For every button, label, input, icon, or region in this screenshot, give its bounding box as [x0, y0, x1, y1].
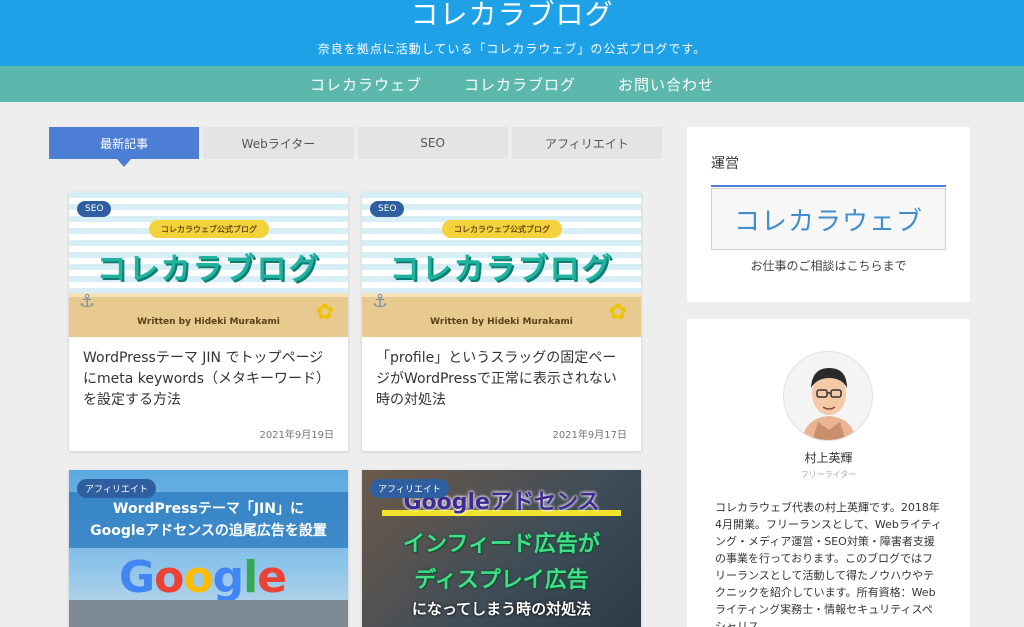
- avatar-illustration: [784, 352, 872, 440]
- tab-seo[interactable]: SEO: [357, 127, 508, 159]
- thumbnail-line-2: Googleアドセンスの追尾広告を設置: [90, 523, 327, 539]
- profile-role: フリーライター: [800, 470, 857, 479]
- post-card[interactable]: アフィリエイト Googleアドセンス インフィード広告が ディスプレイ広告 に…: [362, 470, 641, 627]
- building-photo: [69, 600, 348, 627]
- post-thumbnail[interactable]: SEO コレカラウェブ公式ブログ コレカラブログ ⚓ ✿ Written by …: [69, 192, 348, 337]
- post-date: 2021年9月17日: [552, 430, 627, 441]
- nav-item-contact[interactable]: お問い合わせ: [618, 74, 714, 95]
- post-card[interactable]: SEO コレカラウェブ公式ブログ コレカラブログ ⚓ ✿ Written by …: [69, 192, 348, 451]
- post-title[interactable]: WordPressテーマ JIN でトップページにmeta keywords（メ…: [83, 348, 334, 411]
- nav-item-corekara-web[interactable]: コレカラウェブ: [310, 74, 422, 95]
- operator-widget: 運営 コレカラウェブ お仕事のご相談はこちらまで: [687, 127, 970, 302]
- thumbnail-byline: Written by Hideki Murakami: [137, 317, 280, 327]
- thumbnail-title: コレカラブログ: [96, 252, 321, 287]
- post-card[interactable]: SEO コレカラウェブ公式ブログ コレカラブログ ⚓ ✿ Written by …: [362, 192, 641, 451]
- tab-web-writer[interactable]: Webライター: [203, 127, 354, 159]
- category-badge: SEO: [77, 201, 112, 217]
- nav-item-corekara-blog[interactable]: コレカラブログ: [464, 74, 576, 95]
- post-card[interactable]: アフィリエイト WordPressテーマ「JIN」に Googleアドセンスの追…: [69, 470, 348, 627]
- tab-affiliate[interactable]: アフィリエイト: [511, 127, 662, 159]
- thumbnail-headline: WordPressテーマ「JIN」に Googleアドセンスの追尾広告を設置: [69, 492, 348, 548]
- anchor-icon: ⚓: [79, 291, 96, 312]
- corekara-web-banner[interactable]: コレカラウェブ: [711, 188, 946, 250]
- post-thumbnail[interactable]: アフィリエイト Googleアドセンス インフィード広告が ディスプレイ広告 に…: [362, 470, 641, 627]
- category-badge: アフィリエイト: [370, 479, 449, 498]
- profile-name: 村上英輝: [804, 451, 853, 465]
- post-thumbnail[interactable]: SEO コレカラウェブ公式ブログ コレカラブログ ⚓ ✿ Written by …: [362, 192, 641, 337]
- category-badge: SEO: [370, 201, 405, 217]
- thumbnail-line-4: になってしまう時の対処法: [411, 600, 592, 618]
- avatar: [783, 351, 873, 441]
- thumbnail-title: コレカラブログ: [389, 252, 614, 287]
- profile-widget: 村上英輝 フリーライター コレカラウェブ代表の村上英輝です。2018年4月開業。…: [687, 319, 970, 627]
- anchor-icon: ⚓: [372, 291, 389, 312]
- thumbnail-line-1: WordPressテーマ「JIN」に: [113, 501, 304, 517]
- thumbnail-line-2: インフィード広告が: [403, 532, 600, 557]
- site-header: コレカラブログ 奈良を拠点に活動している「コレカラウェブ」の公式ブログです。: [0, 0, 1024, 66]
- thumbnail-pill: コレカラウェブ公式ブログ: [149, 220, 269, 238]
- banner-caption: お仕事のご相談はこちらまで: [750, 259, 907, 273]
- site-description: 奈良を拠点に活動している「コレカラウェブ」の公式ブログです。: [317, 42, 707, 56]
- google-logo: Google: [119, 552, 287, 603]
- profile-text: コレカラウェブ代表の村上英輝です。2018年4月開業。フリーランスとして、Web…: [715, 501, 942, 627]
- post-tabs: 最新記事 Webライター SEO アフィリエイト: [49, 127, 662, 167]
- post-thumbnail[interactable]: アフィリエイト WordPressテーマ「JIN」に Googleアドセンスの追…: [69, 470, 348, 627]
- site-title[interactable]: コレカラブログ: [0, 0, 1024, 30]
- tab-latest[interactable]: 最新記事: [49, 127, 200, 167]
- post-title[interactable]: 「profile」というスラッグの固定ページがWordPressで正常に表示され…: [376, 348, 627, 411]
- widget-title: 運営: [711, 153, 946, 187]
- post-date: 2021年9月19日: [259, 430, 334, 441]
- thumbnail-line-3: ディスプレイ広告: [414, 568, 589, 593]
- category-badge: アフィリエイト: [77, 479, 156, 498]
- global-nav: コレカラウェブ コレカラブログ お問い合わせ: [0, 66, 1024, 102]
- thumbnail-pill: コレカラウェブ公式ブログ: [442, 220, 562, 238]
- thumbnail-byline: Written by Hideki Murakami: [430, 317, 573, 327]
